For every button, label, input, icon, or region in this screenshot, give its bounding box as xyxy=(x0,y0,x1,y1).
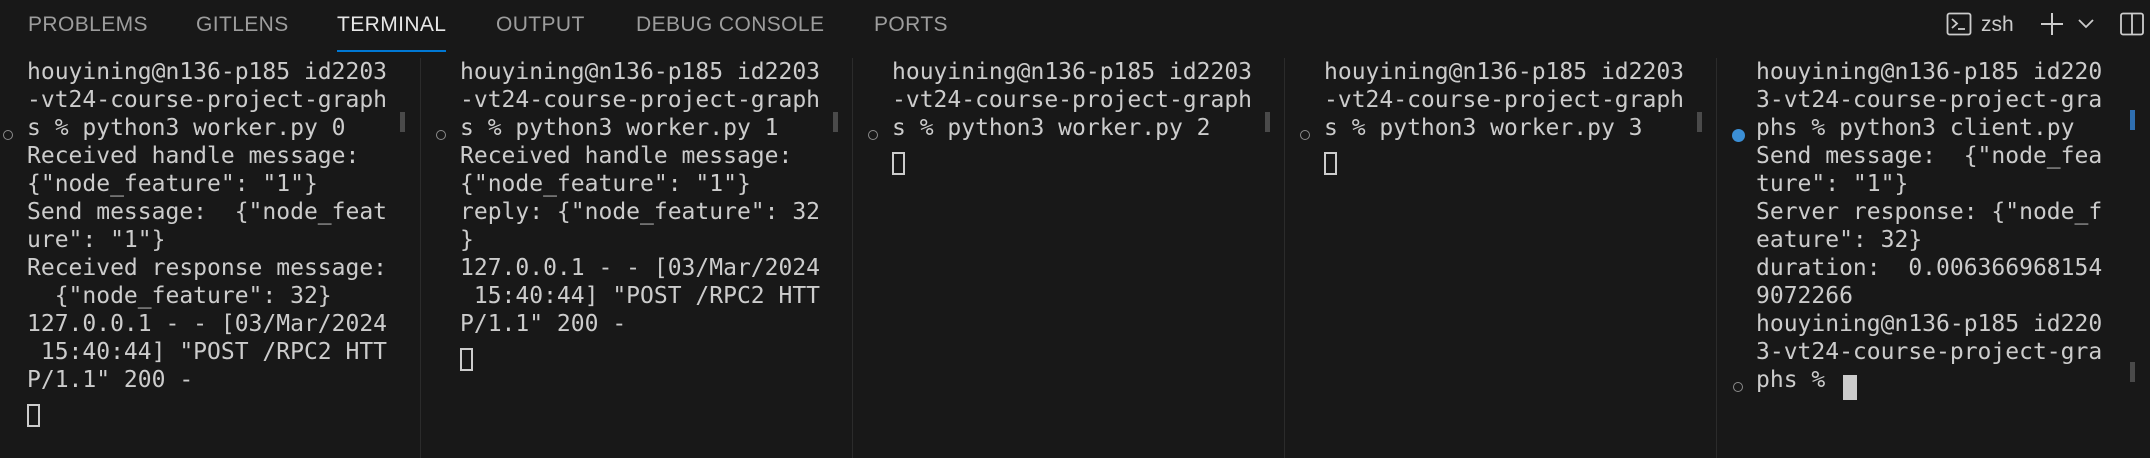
command-decoration-icon[interactable] xyxy=(868,130,878,140)
terminal-output: houyining@n136-p185 id220 3-vt24-course-… xyxy=(1756,59,2103,393)
pane-divider[interactable] xyxy=(1716,58,1717,458)
tab-label: PROBLEMS xyxy=(28,13,148,36)
tab-debug-console[interactable]: DEBUG CONSOLE xyxy=(636,0,824,52)
terminal-pane-worker-1[interactable]: houyining@n136-p185 id2203 -vt24-course-… xyxy=(433,58,852,458)
tab-label: DEBUG CONSOLE xyxy=(636,13,825,36)
panel-tab-bar: PROBLEMS GITLENS TERMINAL OUTPUT DEBUG C… xyxy=(0,0,2150,52)
terminal-cursor xyxy=(1324,152,1337,175)
tab-label: OUTPUT xyxy=(496,13,585,36)
terminal-icon[interactable] xyxy=(1946,11,1972,41)
shell-name-label[interactable]: zsh xyxy=(1981,0,2014,50)
plus-icon[interactable] xyxy=(2039,11,2065,41)
tab-label: PORTS xyxy=(874,13,948,36)
panel: PROBLEMS GITLENS TERMINAL OUTPUT DEBUG C… xyxy=(0,0,2150,458)
pane-divider[interactable] xyxy=(1284,58,1285,458)
tab-output[interactable]: OUTPUT xyxy=(496,0,585,52)
split-panel-icon[interactable] xyxy=(2119,11,2145,41)
terminal-pane-client[interactable]: houyining@n136-p185 id220 3-vt24-course-… xyxy=(1729,58,2150,458)
pane-divider[interactable] xyxy=(420,58,421,458)
scrollbar-marker xyxy=(400,112,405,132)
tab-problems[interactable]: PROBLEMS xyxy=(28,0,148,52)
terminal-output: houyining@n136-p185 id2203 -vt24-course-… xyxy=(27,59,388,393)
tab-label: TERMINAL xyxy=(337,13,447,36)
terminal-pane-worker-0[interactable]: houyining@n136-p185 id2203 -vt24-course-… xyxy=(0,58,420,458)
terminal-cursor xyxy=(460,348,473,371)
terminal-output: houyining@n136-p185 id2203 -vt24-course-… xyxy=(1324,59,1685,141)
tab-ports[interactable]: PORTS xyxy=(874,0,948,52)
scrollbar-marker xyxy=(2130,110,2135,130)
scrollbar-marker xyxy=(833,112,838,132)
terminal-cursor xyxy=(1843,375,1857,400)
command-decoration-icon[interactable] xyxy=(1300,130,1310,140)
command-success-icon[interactable] xyxy=(1732,129,1745,142)
scrollbar-marker xyxy=(1265,112,1270,132)
command-decoration-icon[interactable] xyxy=(1733,382,1743,392)
terminal-pane-worker-3[interactable]: houyining@n136-p185 id2203 -vt24-course-… xyxy=(1297,58,1716,458)
terminal-output: houyining@n136-p185 id2203 -vt24-course-… xyxy=(892,59,1253,141)
command-decoration-icon[interactable] xyxy=(3,130,13,140)
scrollbar-marker xyxy=(2130,362,2135,382)
scrollbar-marker xyxy=(1697,112,1702,132)
tab-terminal[interactable]: TERMINAL xyxy=(337,0,447,52)
active-tab-indicator xyxy=(337,50,447,52)
pane-divider[interactable] xyxy=(852,58,853,458)
terminal-cursor xyxy=(27,404,40,427)
tab-label: GITLENS xyxy=(196,13,289,36)
command-decoration-icon[interactable] xyxy=(436,130,446,140)
terminal-output: houyining@n136-p185 id2203 -vt24-course-… xyxy=(460,59,821,337)
tab-gitlens[interactable]: GITLENS xyxy=(196,0,289,52)
terminal-cursor xyxy=(892,152,905,175)
terminal-pane-worker-2[interactable]: houyining@n136-p185 id2203 -vt24-course-… xyxy=(865,58,1284,458)
chevron-down-icon[interactable] xyxy=(2077,16,2095,36)
